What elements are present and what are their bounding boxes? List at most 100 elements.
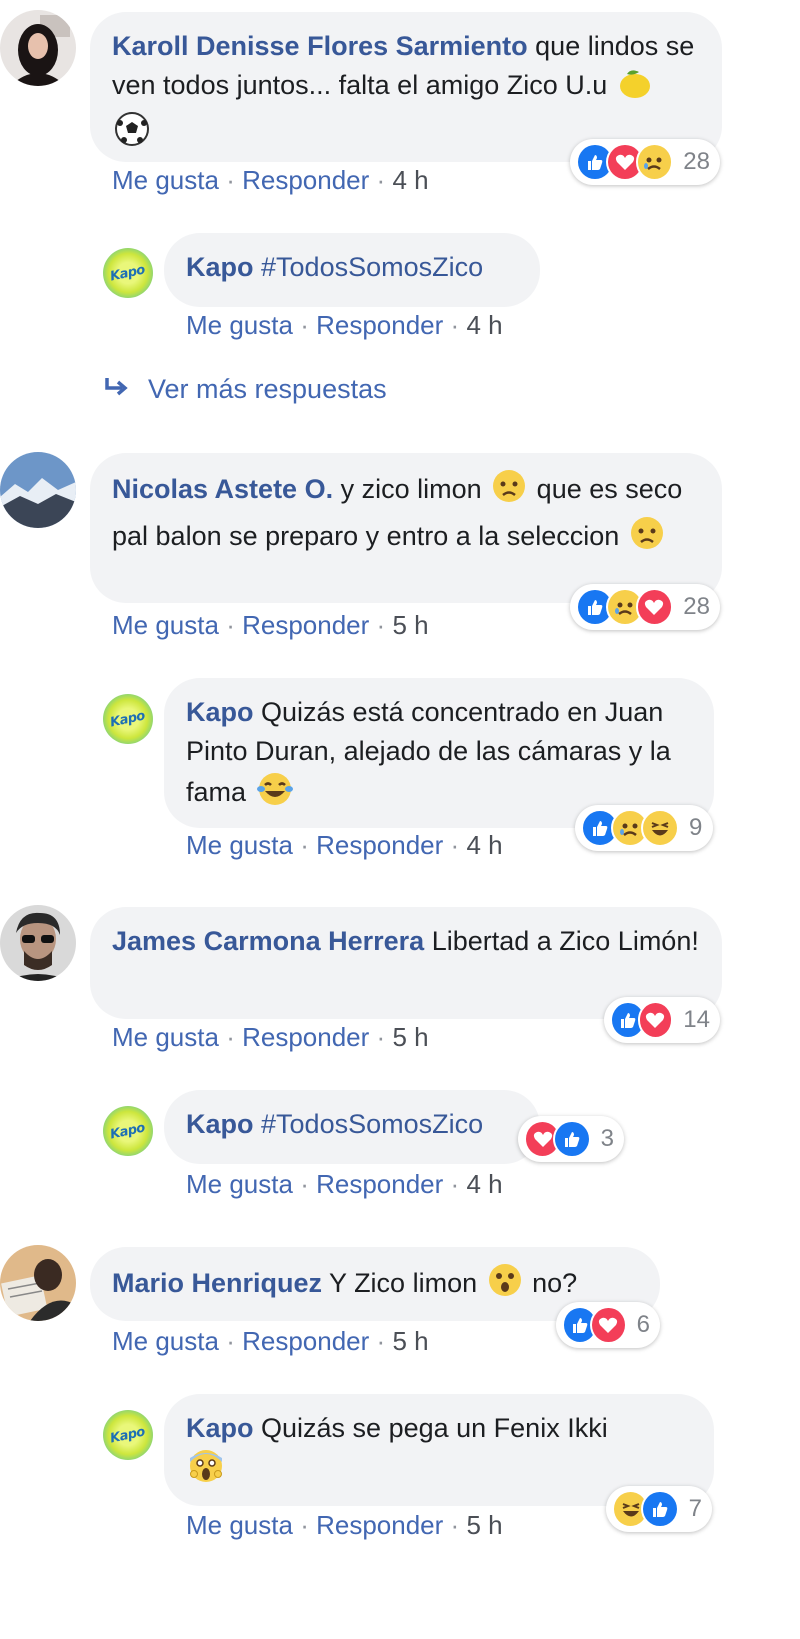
reply-actions: Me gusta · Responder · 4 h xyxy=(186,1169,503,1200)
separator: · xyxy=(226,165,235,195)
reply-author[interactable]: Kapo xyxy=(186,697,254,727)
reply-bubble: Kapo #TodosSomosZico xyxy=(164,1090,540,1164)
comment-actions: Me gusta · Responder · 5 h xyxy=(112,1022,429,1053)
comment-author[interactable]: Karoll Denisse Flores Sarmiento xyxy=(112,31,528,61)
timestamp[interactable]: 5 h xyxy=(392,610,428,640)
avatar[interactable] xyxy=(0,905,76,981)
kapo-logo: Kapo xyxy=(109,1424,147,1446)
separator: · xyxy=(450,830,460,860)
reactions-summary[interactable]: 9 xyxy=(575,805,713,851)
reply-author[interactable]: Kapo xyxy=(186,252,254,282)
reply-link[interactable]: Responder xyxy=(242,165,369,195)
reply-link[interactable]: Responder xyxy=(242,610,369,640)
separator: · xyxy=(226,1326,235,1356)
reply-author[interactable]: Kapo xyxy=(186,1413,254,1443)
reply-link[interactable]: Responder xyxy=(316,1510,443,1540)
kapo-avatar[interactable]: Kapo xyxy=(103,694,153,744)
timestamp[interactable]: 5 h xyxy=(392,1326,428,1356)
surprised-face-icon xyxy=(487,1262,523,1309)
separator: · xyxy=(450,1169,460,1199)
reactions-summary[interactable]: 14 xyxy=(604,997,720,1043)
separator: · xyxy=(376,1022,386,1052)
reactions-summary[interactable]: 6 xyxy=(556,1302,660,1348)
kapo-avatar[interactable]: Kapo xyxy=(103,1106,153,1156)
kapo-logo: Kapo xyxy=(109,1120,147,1142)
reaction-count: 3 xyxy=(600,1125,614,1152)
reply-link[interactable]: Responder xyxy=(316,1169,443,1199)
timestamp[interactable]: 4 h xyxy=(466,830,502,860)
comment-actions: Me gusta · Responder · 5 h xyxy=(112,610,429,641)
separator: · xyxy=(300,310,309,340)
like-link[interactable]: Me gusta xyxy=(112,1326,219,1356)
separator: · xyxy=(376,610,386,640)
avatar[interactable] xyxy=(0,10,76,86)
reaction-count: 9 xyxy=(689,814,703,841)
like-link[interactable]: Me gusta xyxy=(186,1510,293,1540)
screaming-face-icon xyxy=(188,1448,224,1495)
reaction-count: 28 xyxy=(683,593,710,620)
comment-text: Libertad a Zico Limón! xyxy=(431,926,699,956)
tears-of-joy-icon xyxy=(256,771,294,818)
like-link[interactable]: Me gusta xyxy=(186,1169,293,1199)
timestamp[interactable]: 4 h xyxy=(466,1169,502,1199)
comment-author[interactable]: Mario Henriquez xyxy=(112,1268,322,1298)
reaction-count: 6 xyxy=(636,1311,650,1338)
worried-face-icon xyxy=(491,468,527,515)
reply-text: Quizás se pega un Fenix Ikki xyxy=(261,1413,608,1443)
like-link[interactable]: Me gusta xyxy=(112,165,219,195)
timestamp[interactable]: 4 h xyxy=(466,310,502,340)
hashtag-link[interactable]: #TodosSomosZico xyxy=(261,252,483,282)
reaction-count: 14 xyxy=(683,1006,710,1033)
reply-link[interactable]: Responder xyxy=(242,1022,369,1052)
separator: · xyxy=(300,1169,309,1199)
more-replies-link[interactable]: Ver más respuestas xyxy=(148,374,387,405)
love-reaction-icon xyxy=(635,588,674,626)
reactions-summary[interactable]: 28 xyxy=(570,139,720,185)
like-link[interactable]: Me gusta xyxy=(112,610,219,640)
like-link[interactable]: Me gusta xyxy=(112,1022,219,1052)
reply-actions: Me gusta · Responder · 5 h xyxy=(186,1510,503,1541)
comment-author[interactable]: James Carmona Herrera xyxy=(112,926,424,956)
comment-text: y zico limon xyxy=(340,474,482,504)
sad-reaction-icon xyxy=(635,143,674,181)
like-link[interactable]: Me gusta xyxy=(186,830,293,860)
soccer-ball-icon xyxy=(114,111,150,158)
separator: · xyxy=(376,1326,386,1356)
separator: · xyxy=(300,830,309,860)
reply-link[interactable]: Responder xyxy=(316,310,443,340)
timestamp[interactable]: 4 h xyxy=(392,165,428,195)
comment-actions: Me gusta · Responder · 4 h xyxy=(112,165,429,196)
reply-bubble: Kapo #TodosSomosZico xyxy=(164,233,540,307)
love-reaction-icon xyxy=(637,1001,674,1039)
reply-link[interactable]: Responder xyxy=(316,830,443,860)
love-reaction-icon xyxy=(590,1306,627,1344)
reaction-count: 28 xyxy=(683,148,710,175)
like-reaction-icon xyxy=(641,1490,679,1528)
comment-author[interactable]: Nicolas Astete O. xyxy=(112,474,333,504)
reaction-count: 7 xyxy=(688,1495,702,1522)
hashtag-link[interactable]: #TodosSomosZico xyxy=(261,1109,483,1139)
kapo-avatar[interactable]: Kapo xyxy=(103,1410,153,1460)
comment-bubble: Nicolas Astete O. y zico limon que es se… xyxy=(90,453,722,603)
avatar[interactable] xyxy=(0,452,76,528)
separator: · xyxy=(300,1510,309,1540)
separator: · xyxy=(450,310,460,340)
kapo-logo: Kapo xyxy=(109,262,147,284)
lemon-icon xyxy=(617,66,653,111)
kapo-avatar[interactable]: Kapo xyxy=(103,248,153,298)
reply-author[interactable]: Kapo xyxy=(186,1109,254,1139)
kapo-logo: Kapo xyxy=(109,708,147,730)
timestamp[interactable]: 5 h xyxy=(392,1022,428,1052)
comment-text: no? xyxy=(532,1268,578,1298)
reply-actions: Me gusta · Responder · 4 h xyxy=(186,830,503,861)
reactions-summary[interactable]: 28 xyxy=(570,584,720,630)
timestamp[interactable]: 5 h xyxy=(466,1510,502,1540)
reactions-summary[interactable]: 3 xyxy=(518,1116,624,1162)
reply-actions: Me gusta · Responder · 4 h xyxy=(186,310,503,341)
avatar[interactable] xyxy=(0,1245,76,1321)
reply-link[interactable]: Responder xyxy=(242,1326,369,1356)
separator: · xyxy=(226,1022,235,1052)
like-link[interactable]: Me gusta xyxy=(186,310,293,340)
reactions-summary[interactable]: 7 xyxy=(606,1486,712,1532)
separator: · xyxy=(450,1510,460,1540)
